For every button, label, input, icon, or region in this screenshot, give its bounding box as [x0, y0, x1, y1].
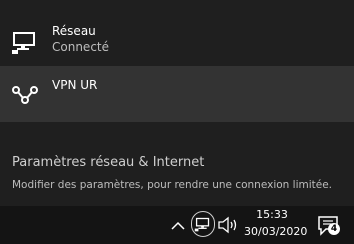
network-item-vpn[interactable]: VPN UR — [0, 66, 354, 122]
chevron-up-icon[interactable] — [168, 216, 188, 236]
clock-date[interactable]: 30/03/2020 — [244, 225, 307, 238]
network-settings-link[interactable]: Paramètres réseau & Internet — [12, 155, 204, 170]
vpn-icon — [12, 86, 38, 104]
tray-network-button[interactable] — [191, 211, 215, 237]
clock-time[interactable]: 15:33 — [244, 208, 300, 221]
network-flyout: Réseau Connecté VPN UR Paramètres réseau… — [0, 0, 354, 206]
network-settings-description: Modifier des paramètres, pour rendre une… — [12, 179, 333, 191]
network-name: Réseau — [52, 24, 96, 38]
network-icon — [194, 217, 210, 232]
vpn-name: VPN UR — [52, 78, 98, 92]
network-item-reseau[interactable]: Réseau Connecté — [0, 18, 354, 66]
notification-count-badge: 4 — [328, 223, 340, 235]
network-status: Connecté — [52, 40, 109, 54]
taskbar: 15:33 30/03/2020 4 — [0, 206, 354, 244]
ethernet-network-icon — [12, 32, 35, 54]
volume-icon[interactable] — [217, 215, 239, 235]
